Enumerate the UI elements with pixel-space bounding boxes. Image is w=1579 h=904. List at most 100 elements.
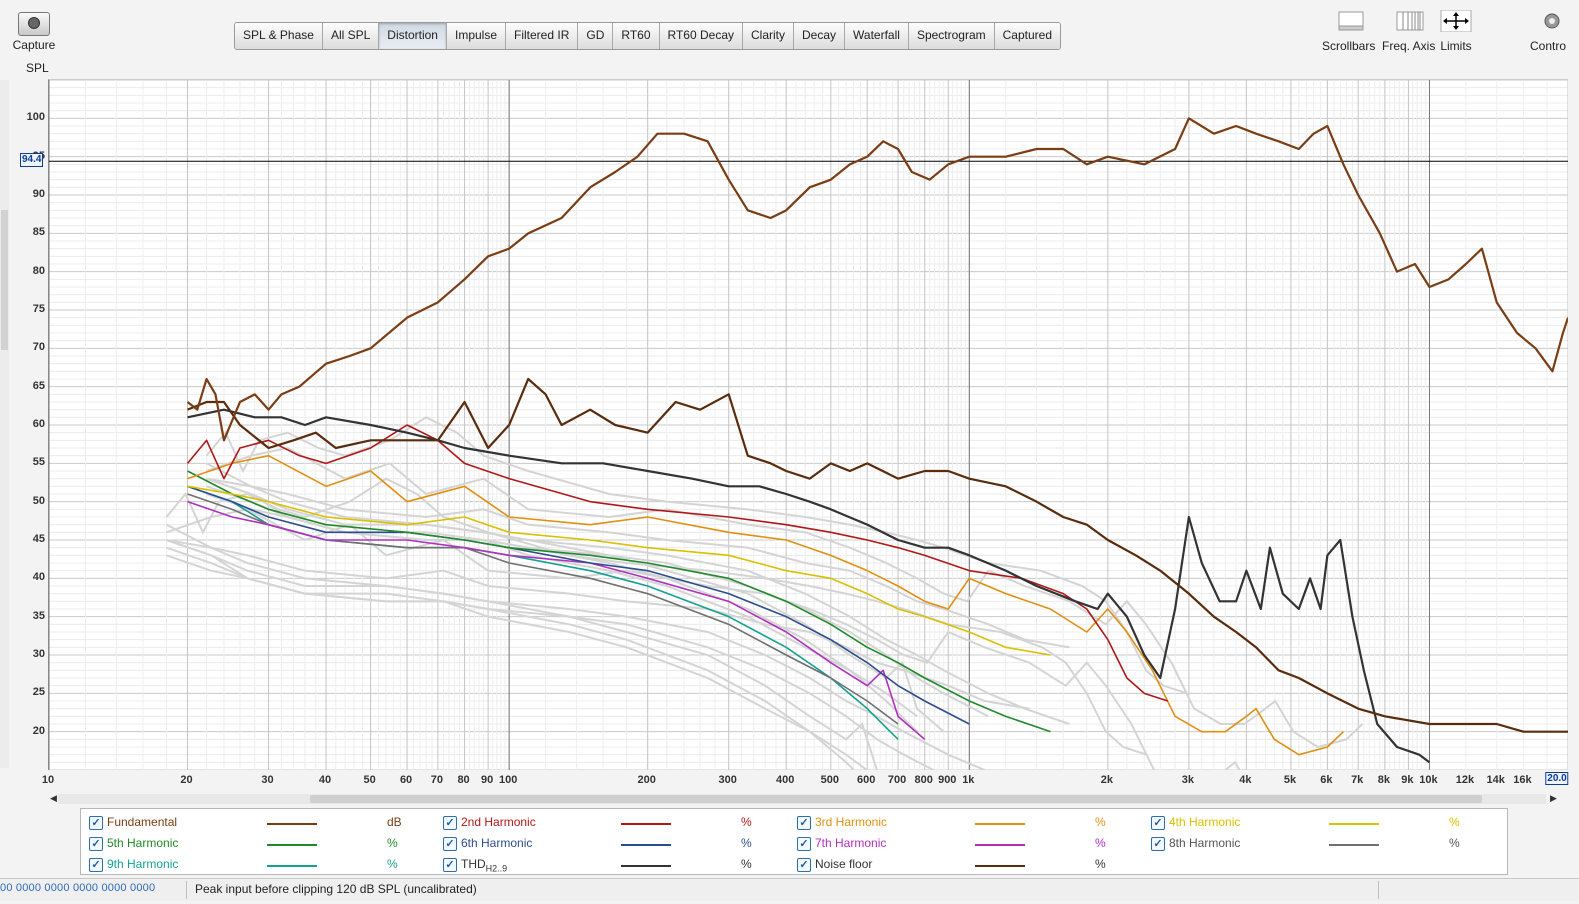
controls-button[interactable]: Contro	[1530, 10, 1579, 53]
horizontal-scrollbar[interactable]	[58, 794, 1546, 804]
x-cursor-readout[interactable]: 20.0	[1545, 772, 1569, 785]
x-tick-label: 7k	[1351, 774, 1364, 786]
freq-axis-button[interactable]: Freq. Axis	[1382, 10, 1435, 53]
tab-spl-phase[interactable]: SPL & Phase	[235, 23, 323, 49]
legend-label: 4th Harmonic	[1169, 815, 1240, 829]
tab-captured[interactable]: Captured	[994, 23, 1061, 49]
legend-unit: dB	[387, 815, 402, 829]
legend-checkbox[interactable]: ✓	[443, 837, 457, 851]
tab-spectrogram[interactable]: Spectrogram	[908, 23, 995, 49]
x-tick-label: 50	[363, 774, 376, 786]
tab-all-spl[interactable]: All SPL	[322, 23, 380, 49]
x-tick-label: 900	[938, 774, 957, 786]
tab-rt60[interactable]: RT60	[613, 23, 660, 49]
legend-checkbox[interactable]: ✓	[797, 816, 811, 830]
tab-impulse[interactable]: Impulse	[446, 23, 507, 49]
legend-swatch	[621, 865, 671, 867]
legend-unit: %	[1095, 857, 1106, 871]
scrollbars-icon	[1338, 11, 1364, 31]
legend-item-7th-harmonic: ✓ 7th Harmonic%	[797, 834, 1137, 854]
limits-button[interactable]: Limits	[1440, 9, 1472, 53]
y-axis: 1009590858075706560555045403530252094.4	[0, 79, 48, 769]
x-tick-label: 700	[887, 774, 907, 786]
legend-label-text: 8th Harmonic	[1169, 836, 1241, 850]
legend-label-text: Noise floor	[815, 857, 873, 871]
y-tick-label: 25	[32, 686, 45, 699]
legend-item-thd: ✓ THDH2..9%	[443, 855, 783, 875]
x-tick-label: 60	[399, 774, 413, 786]
y-tick-label: 55	[32, 456, 45, 469]
tab-clarity[interactable]: Clarity	[743, 23, 795, 49]
tab-gd[interactable]: GD	[578, 23, 614, 49]
legend-item-6th-harmonic: ✓ 6th Harmonic%	[443, 834, 783, 854]
legend-label-text: THD	[461, 857, 486, 871]
legend-swatch	[621, 844, 671, 846]
y-tick-label: 20	[32, 724, 45, 737]
tab-filtered-ir[interactable]: Filtered IR	[506, 23, 579, 49]
legend-swatch	[1329, 823, 1379, 825]
y-tick-label: 65	[32, 379, 45, 392]
legend-item-9th-harmonic: ✓ 9th Harmonic%	[89, 855, 429, 875]
y-tick-label: 35	[32, 609, 45, 622]
legend-unit: %	[1449, 836, 1460, 850]
legend-item-8th-harmonic: ✓ 8th Harmonic%	[1151, 834, 1491, 854]
legend-swatch	[267, 865, 317, 867]
gear-icon	[1544, 13, 1560, 29]
x-tick-label: 12k	[1455, 774, 1475, 786]
plot-canvas	[48, 79, 1570, 810]
legend-item-fundamental: ✓ Fundamental dB	[89, 813, 429, 833]
y-tick-label: 50	[32, 494, 45, 507]
x-tick-label: 500	[820, 774, 839, 786]
x-tick-label: 600	[857, 774, 876, 786]
x-tick-label: 14k	[1486, 774, 1505, 786]
legend-checkbox[interactable]: ✓	[797, 858, 811, 872]
x-tick-label: 6k	[1320, 774, 1333, 786]
legend-swatch	[1329, 844, 1379, 846]
legend-checkbox[interactable]: ✓	[797, 837, 811, 851]
y-tick-label: 75	[32, 303, 45, 315]
y-tick-label: 30	[32, 648, 45, 660]
legend-unit: %	[1449, 815, 1460, 829]
y-tick-label: 60	[32, 418, 45, 430]
status-bar: 00 0000 0000 0000 0000 0000 Peak input b…	[0, 878, 1579, 901]
legend-checkbox[interactable]: ✓	[1151, 837, 1165, 851]
view-tabs: SPL & Phase All SPL Distortion Impulse Filte…	[234, 22, 1062, 50]
x-tick-label: 2k	[1100, 774, 1113, 786]
legend-label-text: 4th Harmonic	[1169, 815, 1241, 829]
tab-rt60-decay[interactable]: RT60 Decay	[659, 23, 743, 49]
y-cursor-readout[interactable]: 94.4	[20, 153, 44, 168]
scroll-right-arrow[interactable]: ▶	[1550, 793, 1557, 804]
y-tick-label: 90	[32, 188, 45, 200]
legend-checkbox[interactable]: ✓	[89, 858, 103, 872]
scroll-left-arrow[interactable]: ◀	[50, 793, 57, 804]
x-tick-label: 800	[914, 774, 933, 786]
legend-label-text: 9th Harmonic	[107, 857, 179, 871]
y-tick-label: 40	[32, 571, 45, 584]
capture-button[interactable]: Capture	[4, 8, 64, 60]
tab-distortion[interactable]: Distortion	[379, 23, 447, 49]
x-tick-label: 300	[718, 774, 737, 786]
distortion-plot[interactable]	[48, 79, 1570, 810]
tab-decay[interactable]: Decay	[794, 23, 846, 49]
x-tick-label: 30	[261, 774, 274, 786]
legend-label: 6th Harmonic	[461, 836, 532, 850]
legend-label-text: 7th Harmonic	[815, 836, 887, 850]
legend-unit: %	[1095, 815, 1106, 829]
legend-checkbox[interactable]: ✓	[89, 837, 103, 851]
scrollbars-button[interactable]: Scrollbars	[1322, 10, 1375, 53]
tab-waterfall[interactable]: Waterfall	[845, 23, 909, 49]
x-tick-label: 4k	[1239, 774, 1252, 786]
limits-icon	[1440, 9, 1472, 33]
legend-swatch	[621, 823, 671, 825]
legend-checkbox[interactable]: ✓	[89, 816, 103, 830]
legend-checkbox[interactable]: ✓	[443, 816, 457, 830]
legend-checkbox[interactable]: ✓	[443, 858, 457, 872]
x-tick-label: 10	[41, 774, 55, 786]
horizontal-scroll-thumb[interactable]	[310, 795, 1482, 803]
legend-label: 5th Harmonic	[107, 836, 178, 850]
legend-panel: ✓ Fundamental dB ✓ 2nd Harmonic% ✓ 3rd Harmoni…	[80, 808, 1508, 875]
legend-checkbox[interactable]: ✓	[1151, 816, 1165, 830]
legend-unit: %	[1095, 836, 1106, 850]
legend-label-text: 2nd Harmonic	[461, 815, 536, 829]
x-tick-label: 200	[637, 774, 656, 786]
